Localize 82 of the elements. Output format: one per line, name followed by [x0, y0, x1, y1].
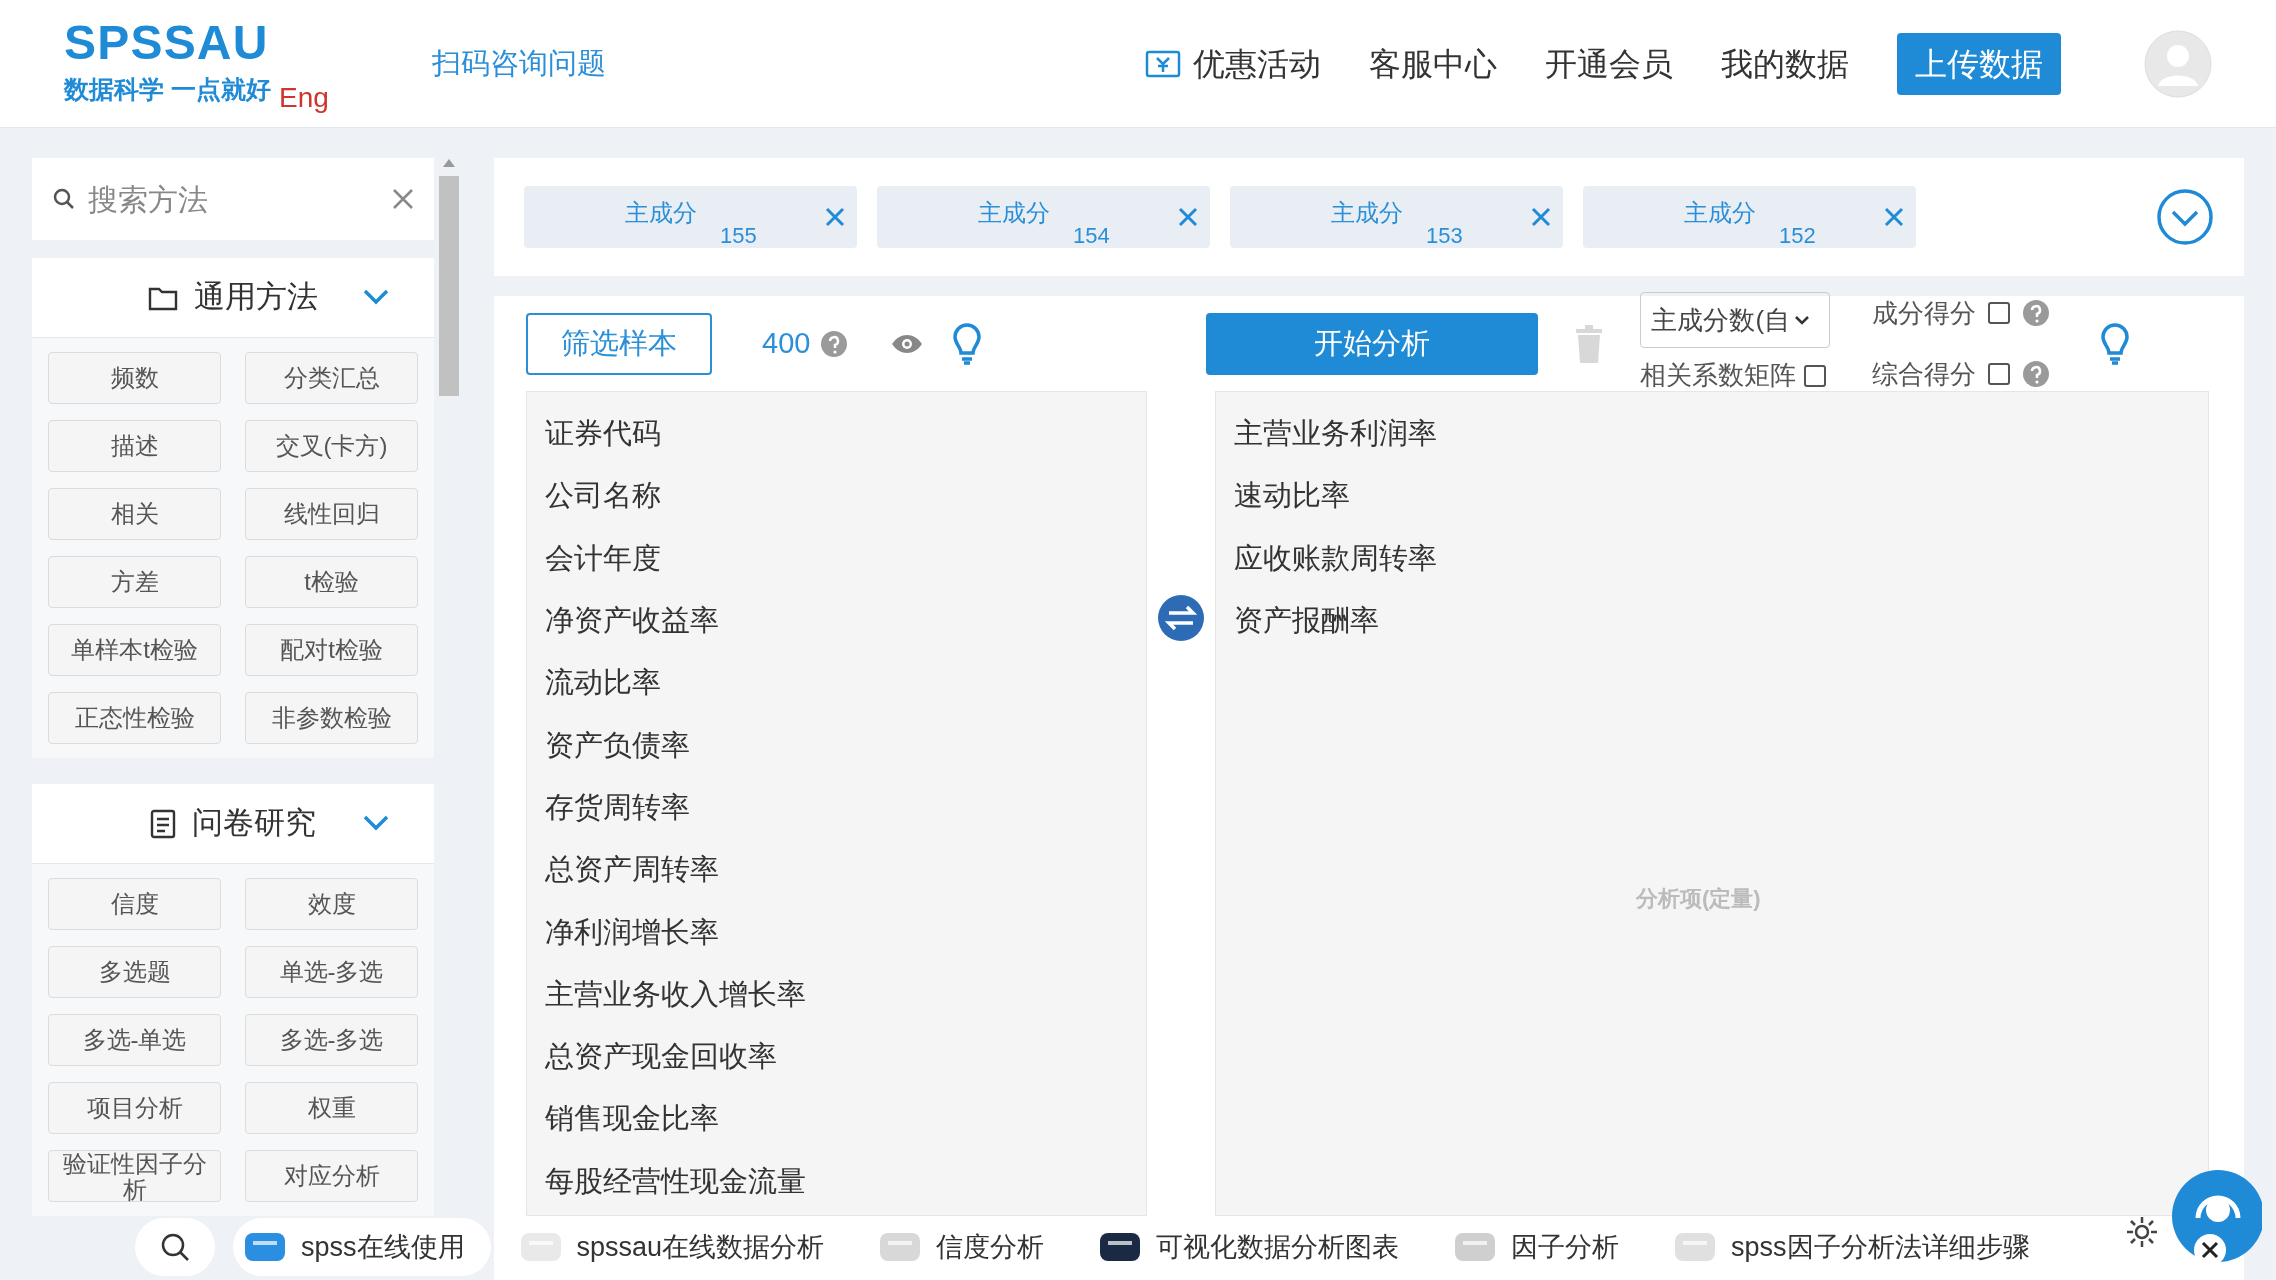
- variable-item[interactable]: 主营业务收入增长率: [545, 977, 806, 1010]
- method-button[interactable]: 正态性检验: [48, 692, 221, 744]
- variable-item[interactable]: 总资产现金回收率: [545, 1040, 777, 1073]
- close-icon[interactable]: [825, 207, 845, 227]
- variable-item[interactable]: 销售现金比率: [545, 1102, 719, 1135]
- variable-item[interactable]: 流动比率: [545, 666, 661, 699]
- method-button[interactable]: t检验: [245, 556, 418, 608]
- variable-item[interactable]: 净利润增长率: [545, 915, 719, 948]
- slogan: 数据科学 一点就好: [64, 74, 271, 105]
- nav-link[interactable]: 开通会员: [1545, 39, 1673, 88]
- upload-button[interactable]: 上传数据: [1897, 32, 2061, 95]
- method-button[interactable]: 单样本t检验: [48, 624, 221, 676]
- close-icon[interactable]: [1884, 207, 1904, 227]
- checkbox-label: 相关系数矩阵: [1640, 359, 1797, 392]
- search-icon: [52, 187, 76, 211]
- method-button[interactable]: 单选-多选: [245, 946, 418, 998]
- method-button[interactable]: 分类汇总: [245, 352, 418, 404]
- variable-item[interactable]: 净资产收益率: [545, 604, 719, 637]
- document-icon: [150, 808, 176, 839]
- method-button[interactable]: 配对t检验: [245, 624, 418, 676]
- swap-icon[interactable]: [1158, 595, 1204, 641]
- method-button[interactable]: 线性回归: [245, 488, 418, 540]
- help-icon[interactable]: [2022, 299, 2051, 327]
- method-button[interactable]: 对应分析: [245, 1150, 418, 1202]
- checkbox[interactable]: [1988, 302, 2011, 324]
- help-icon[interactable]: [2022, 360, 2051, 388]
- method-button[interactable]: 效度: [245, 878, 418, 930]
- variable-item[interactable]: 证券代码: [545, 417, 661, 450]
- method-button[interactable]: 多选-多选: [245, 1014, 418, 1066]
- nav-link[interactable]: 客服中心: [1369, 39, 1497, 88]
- eye-icon[interactable]: [890, 332, 925, 355]
- caret-icon: [1794, 314, 1811, 326]
- variable-item[interactable]: 总资产周转率: [545, 853, 719, 886]
- variable-item[interactable]: 公司名称: [545, 479, 661, 512]
- method-button[interactable]: 验证性因子分析: [48, 1150, 221, 1202]
- method-button[interactable]: 相关: [48, 488, 221, 540]
- checkbox-label: 综合得分: [1872, 357, 1977, 391]
- variable-item[interactable]: 存货周转率: [545, 790, 690, 823]
- method-button[interactable]: 信度: [48, 878, 221, 930]
- nav-link[interactable]: 优惠活动: [1145, 39, 1321, 88]
- scrollbar-thumb[interactable]: [439, 176, 459, 396]
- variable-item[interactable]: 会计年度: [545, 541, 661, 574]
- variable-item[interactable]: 速动比率: [1234, 479, 1350, 512]
- sample-count: 400: [762, 325, 811, 361]
- logo[interactable]: SPSSAU: [64, 18, 364, 67]
- lightbulb-icon[interactable]: [952, 322, 983, 365]
- method-button[interactable]: 描述: [48, 420, 221, 472]
- method-button[interactable]: 交叉(卡方): [245, 420, 418, 472]
- clear-icon[interactable]: [392, 188, 414, 210]
- method-button[interactable]: 多选-单选: [48, 1014, 221, 1066]
- method-button[interactable]: 多选题: [48, 946, 221, 998]
- method-button[interactable]: 频数: [48, 352, 221, 404]
- close-icon[interactable]: [1178, 207, 1198, 227]
- search-input[interactable]: 搜索方法: [88, 176, 380, 222]
- language-link[interactable]: Eng: [278, 76, 329, 119]
- component-select[interactable]: 主成分数(自: [1640, 292, 1831, 348]
- variable-item[interactable]: 应收账款周转率: [1234, 541, 1437, 574]
- start-analysis-button[interactable]: 开始分析: [1206, 312, 1539, 375]
- nav-link[interactable]: 我的数据: [1721, 39, 1849, 88]
- checkbox[interactable]: [1988, 363, 2011, 385]
- close-icon[interactable]: [1531, 207, 1551, 227]
- help-icon[interactable]: [820, 329, 849, 358]
- suggestion-chip[interactable]: spss在线使用: [233, 1218, 491, 1276]
- variable-item[interactable]: 主营业务利润率: [1234, 417, 1437, 450]
- method-button[interactable]: 权重: [245, 1082, 418, 1134]
- coupon-icon: [1145, 48, 1181, 79]
- variable-item[interactable]: 资产报酬率: [1234, 604, 1379, 637]
- lightbulb-icon[interactable]: [2100, 322, 2131, 365]
- method-button[interactable]: 方差: [48, 556, 221, 608]
- section-title: 问卷研究: [192, 804, 316, 843]
- checkbox[interactable]: [1804, 364, 1827, 387]
- checkbox-label: 成分得分: [1872, 296, 1977, 330]
- section-title: 通用方法: [194, 278, 318, 317]
- list-hint: 分析项(定量): [1636, 885, 1761, 913]
- variable-item[interactable]: 资产负债率: [545, 728, 690, 761]
- scroll-up-icon[interactable]: [442, 158, 456, 168]
- variable-item[interactable]: 每股经营性现金流量: [545, 1164, 806, 1197]
- search-icon: [160, 1232, 190, 1262]
- chevron-circle-icon[interactable]: [2156, 188, 2214, 246]
- method-button[interactable]: 项目分析: [48, 1082, 221, 1134]
- search-field[interactable]: 搜索方法: [32, 158, 434, 240]
- method-button[interactable]: 非参数检验: [245, 692, 418, 744]
